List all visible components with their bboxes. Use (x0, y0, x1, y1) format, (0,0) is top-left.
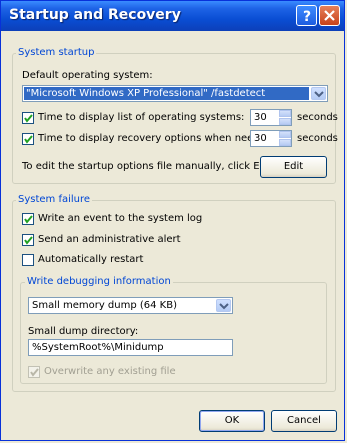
overwrite-label: Overwrite any existing file (44, 366, 176, 377)
display-os-list-label: Time to display list of operating system… (38, 112, 245, 123)
title-bar[interactable]: Startup and Recovery ? (1, 1, 344, 31)
spin-up-button[interactable] (279, 131, 291, 138)
help-button[interactable]: ? (296, 5, 317, 26)
checkmark-icon (24, 114, 33, 123)
overwrite-checkbox (28, 366, 40, 378)
checkmark-icon (24, 135, 33, 144)
dump-type-value: Small memory dump (64 KB) (32, 300, 177, 311)
close-icon (324, 10, 335, 21)
display-os-list-unit: seconds (297, 112, 338, 123)
startup-recovery-dialog: Startup and Recovery ? System startup De… (0, 0, 345, 441)
dump-type-select[interactable]: Small memory dump (64 KB) (28, 297, 233, 314)
display-os-list-checkbox[interactable] (22, 112, 34, 124)
display-recovery-spinner[interactable]: 30 (250, 130, 292, 147)
spin-down-button[interactable] (279, 118, 291, 125)
display-os-list-value: 30 (254, 112, 267, 123)
system-startup-label: System startup (16, 47, 97, 59)
display-recovery-label: Time to display recovery options when ne… (38, 133, 276, 144)
system-failure-label: System failure (16, 194, 93, 206)
send-alert-label: Send an administrative alert (38, 234, 181, 245)
default-os-select[interactable]: "Microsoft Windows XP Professional" /fas… (22, 85, 328, 102)
display-os-list-spinner[interactable]: 30 (250, 109, 292, 126)
svg-text:?: ? (303, 9, 311, 25)
cancel-button[interactable]: Cancel (271, 410, 337, 432)
dump-dir-label: Small dump directory: (28, 326, 139, 337)
default-os-label: Default operating system: (22, 70, 153, 81)
checkmark-icon (24, 215, 33, 224)
window-title: Startup and Recovery (9, 7, 181, 23)
write-event-label: Write an event to the system log (38, 213, 203, 224)
spin-up-button[interactable] (279, 110, 291, 117)
close-button[interactable] (319, 5, 340, 26)
send-alert-checkbox[interactable] (22, 234, 34, 246)
edit-button[interactable]: Edit (260, 156, 327, 178)
dump-dir-input[interactable]: %SystemRoot%\Minidump (28, 339, 233, 356)
display-recovery-unit: seconds (297, 133, 338, 144)
write-event-checkbox[interactable] (22, 213, 34, 225)
display-recovery-checkbox[interactable] (22, 133, 34, 145)
dump-dir-value: %SystemRoot%\Minidump (32, 342, 164, 353)
chevron-down-icon[interactable] (216, 299, 231, 312)
default-os-value: "Microsoft Windows XP Professional" /fas… (24, 87, 309, 100)
edit-hint-text: To edit the startup options file manuall… (22, 161, 276, 172)
chevron-down-icon[interactable] (311, 87, 326, 100)
checkmark-icon (24, 236, 33, 245)
spin-down-button[interactable] (279, 139, 291, 146)
auto-restart-checkbox[interactable] (22, 254, 34, 266)
help-icon: ? (303, 9, 311, 25)
display-recovery-value: 30 (254, 133, 267, 144)
auto-restart-label: Automatically restart (38, 254, 144, 265)
checkmark-icon (30, 368, 39, 377)
ok-button[interactable]: OK (199, 410, 265, 432)
debug-info-label: Write debugging information (25, 276, 173, 288)
